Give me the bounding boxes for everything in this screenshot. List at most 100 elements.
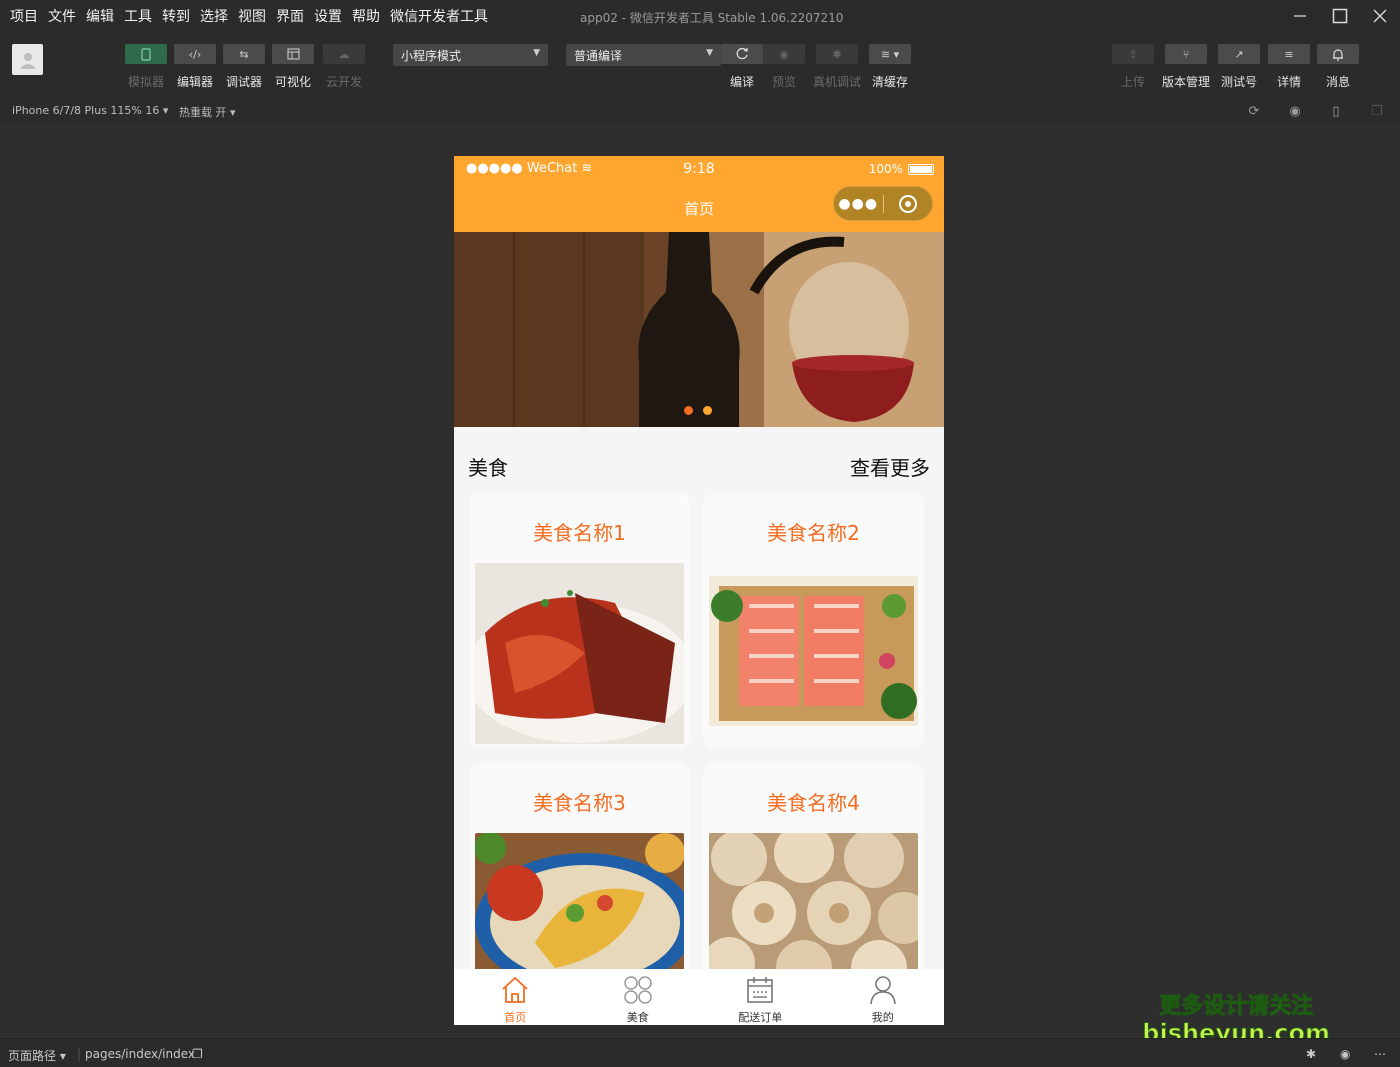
menu-settings[interactable]: 设置 (314, 6, 342, 26)
debugger-toggle-button[interactable]: ⇆ (223, 44, 265, 64)
eye-icon[interactable]: ◉ (1340, 1047, 1350, 1061)
bug-icon: ✱ (832, 47, 842, 61)
compile-select-value: 普通编译 (574, 48, 623, 63)
food-section-header: 美食 查看更多 (454, 427, 944, 493)
target-icon (898, 194, 917, 213)
menu-project[interactable]: 项目 (10, 6, 38, 26)
tab-home[interactable]: 首页 (454, 969, 577, 1025)
home-icon (502, 976, 528, 1003)
battery-percent: 100% (868, 162, 903, 176)
version-button[interactable]: ⑂ (1165, 44, 1207, 64)
minimize-icon (1294, 15, 1306, 17)
caret-down-icon: ▼ (706, 48, 713, 58)
caret-down-icon: ▼ (533, 48, 540, 58)
tab-food[interactable]: 美食 (577, 969, 700, 1025)
more-icon[interactable]: ●●● (834, 196, 883, 212)
bug-icon[interactable]: ✱ (1306, 1047, 1316, 1061)
menu-wechat-devtools[interactable]: 微信开发者工具 (390, 6, 488, 26)
menu-goto[interactable]: 转到 (162, 6, 190, 26)
messages-label: 消息 (1325, 75, 1350, 89)
menu-help[interactable]: 帮助 (352, 6, 380, 26)
bell-icon (1333, 48, 1343, 61)
tab-label: 配送订单 (738, 1011, 783, 1024)
simulator-toggle-button[interactable] (125, 44, 167, 64)
menu-tools[interactable]: 工具 (124, 6, 152, 26)
food-card-1[interactable]: 美食名称1 (469, 493, 690, 748)
hot-reload-select[interactable]: 热重载 开 ▾ (179, 104, 236, 120)
statusbar-divider: | (77, 1047, 82, 1061)
multi-window-icon[interactable]: ❐ (1369, 103, 1385, 119)
external-link-icon: ↗ (1234, 47, 1244, 61)
tab-label: 美食 (626, 1011, 649, 1024)
compile-select[interactable]: 普通编译 ▼ (566, 44, 721, 66)
view-more-link[interactable]: 查看更多 (850, 452, 930, 481)
tab-label: 首页 (504, 1011, 527, 1024)
watermark-line-1: 更多设计请关注 (1159, 994, 1314, 1020)
food-card-2[interactable]: 美食名称2 (703, 493, 924, 748)
minimize-button[interactable] (1280, 0, 1320, 32)
code-icon: ‹/› (188, 47, 202, 61)
window-controls (1280, 0, 1400, 32)
clear-cache-button[interactable]: ≋ ▾ (869, 44, 911, 64)
remote-debug-button[interactable]: ✱ (816, 44, 858, 64)
food-image (709, 576, 918, 726)
upload-icon: ⇪ (1128, 47, 1138, 61)
swiper-dot-1[interactable] (684, 406, 693, 415)
cloud-dev-button[interactable]: ☁ (323, 44, 365, 64)
capsule-menu: ●●● (833, 186, 933, 221)
remote-debug-label: 真机调试 (812, 75, 861, 89)
grid-icon (624, 976, 652, 1004)
food-name: 美食名称1 (533, 521, 626, 545)
avatar[interactable] (12, 44, 43, 75)
debug-icon: ⇆ (239, 47, 249, 61)
food-image (709, 833, 918, 973)
menu-file[interactable]: 文件 (48, 6, 76, 26)
menu-items: 项目 文件 编辑 工具 转到 选择 视图 界面 设置 帮助 微信开发者工具 (0, 6, 498, 26)
phone-icon[interactable]: ▯ (1328, 103, 1344, 119)
more-icon[interactable]: ⋯ (1374, 1047, 1386, 1061)
tab-orders[interactable]: 配送订单 (699, 969, 822, 1025)
compile-button[interactable] (721, 44, 763, 64)
tab-profile[interactable]: 我的 (822, 969, 945, 1025)
menu-edit[interactable]: 编辑 (86, 6, 114, 26)
swiper-dot-2[interactable] (703, 406, 712, 415)
food-image (475, 833, 684, 973)
record-icon[interactable]: ◉ (1287, 103, 1303, 119)
tab-bar: 首页 美食 配送订单 我的 (454, 969, 944, 1025)
close-mini-program-button[interactable] (883, 194, 932, 214)
menu-interface[interactable]: 界面 (276, 6, 304, 26)
phone-icon (141, 47, 151, 61)
messages-button[interactable] (1317, 44, 1359, 64)
calendar-icon (747, 977, 774, 1003)
user-avatar-icon (19, 52, 36, 69)
banner-swiper[interactable] (454, 232, 944, 427)
user-icon (869, 976, 896, 1005)
toolbar: ‹/› ⇆ ☁ 模拟器 编辑器 调试器 可视化 云开发 小程序模式 ▼ 普通编译… (0, 32, 1400, 94)
editor-toggle-button[interactable]: ‹/› (174, 44, 216, 64)
food-name: 美食名称2 (767, 521, 860, 545)
food-name: 美食名称3 (533, 791, 626, 815)
page-path: pages/index/index (85, 1047, 195, 1061)
food-name: 美食名称4 (767, 791, 860, 815)
preview-button[interactable]: ◉ (763, 44, 805, 64)
battery-status: 100% (869, 162, 934, 176)
test-account-button[interactable]: ↗ (1218, 44, 1260, 64)
section-title: 美食 (468, 456, 508, 480)
copy-icon[interactable]: ❐ (192, 1047, 203, 1061)
clear-cache-label: 清缓存 (871, 75, 908, 89)
menu-view[interactable]: 视图 (238, 6, 266, 26)
refresh-icon (736, 47, 748, 60)
rotate-icon[interactable]: ⟳ (1246, 103, 1262, 119)
upload-button[interactable]: ⇪ (1112, 44, 1154, 64)
upload-label: 上传 (1120, 75, 1145, 89)
device-select[interactable]: iPhone 6/7/8 Plus 115% 16 ▾ (12, 104, 168, 117)
mode-select[interactable]: 小程序模式 ▼ (393, 44, 548, 66)
close-button[interactable] (1360, 0, 1400, 32)
details-button[interactable]: ≡ (1268, 44, 1310, 64)
branch-icon: ⑂ (1182, 47, 1190, 61)
menu-select[interactable]: 选择 (200, 6, 228, 26)
maximize-button[interactable] (1320, 0, 1360, 32)
page-path-select[interactable]: 页面路径 ▾ (8, 1047, 66, 1064)
mode-select-value: 小程序模式 (401, 48, 462, 63)
visual-toggle-button[interactable] (272, 44, 314, 64)
